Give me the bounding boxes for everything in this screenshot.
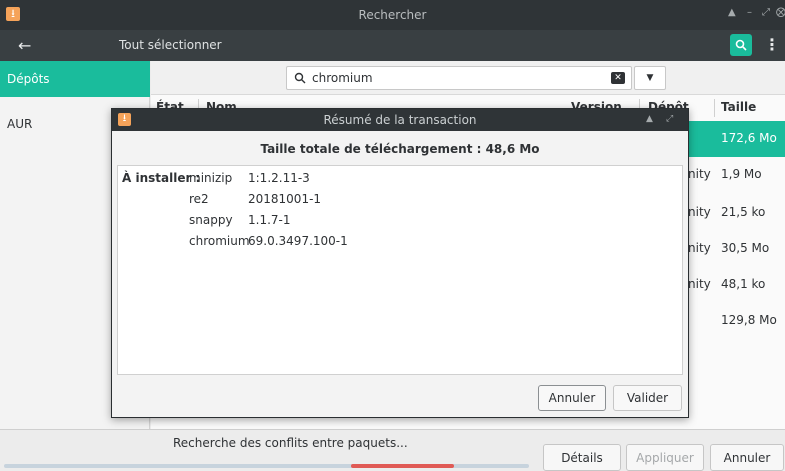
progress-pulse — [351, 464, 454, 468]
download-total-size: Taille totale de téléchargement : 48,6 M… — [260, 142, 540, 156]
clear-search-icon[interactable]: ✕ — [611, 72, 625, 84]
package-name: minizip — [189, 171, 233, 185]
search-toggle-button[interactable] — [730, 34, 752, 56]
package-name: snappy — [189, 213, 233, 227]
search-icon — [294, 72, 306, 84]
apply-button[interactable]: Appliquer — [626, 444, 704, 471]
row-size: 30,5 Mo — [721, 241, 770, 255]
package-version: 20181001-1 — [248, 192, 322, 206]
transaction-summary-dialog: Résumé de la transaction ▲ ⤢ Taille tota… — [111, 108, 689, 418]
progress-bar — [4, 464, 529, 468]
row-size: 129,8 Mo — [721, 313, 777, 327]
package-version: 1.1.7-1 — [248, 213, 291, 227]
window-titlebar: Rechercher ▲ – ⤢ ⨂ — [0, 0, 785, 30]
search-icon — [735, 39, 747, 51]
row-size: 1,9 Mo — [721, 167, 762, 181]
row-repo: nity — [688, 205, 711, 219]
status-text: Recherche des conflits entre paquets... — [173, 436, 408, 450]
dialog-minimize-icon[interactable]: ▲ — [646, 114, 653, 124]
dialog-title: Résumé de la transaction — [323, 113, 477, 127]
details-button[interactable]: Détails — [543, 444, 621, 471]
window-title: Rechercher — [358, 8, 427, 22]
row-size: 48,1 ko — [721, 277, 766, 291]
close-icon[interactable]: ⨂ — [776, 7, 785, 18]
column-header-size[interactable]: Taille — [721, 95, 756, 121]
footer-cancel-button[interactable]: Annuler — [710, 444, 784, 471]
maximize-icon[interactable]: ⤢ — [762, 7, 770, 18]
row-size: 172,6 Mo — [721, 131, 777, 145]
sidebar-item-depots[interactable]: Dépôts — [0, 61, 150, 97]
status-footer: Recherche des conflits entre paquets... … — [0, 429, 785, 471]
package-version: 69.0.3497.100-1 — [248, 234, 348, 248]
menu-kebab-icon[interactable]: ⋮ — [764, 35, 780, 54]
column-separator — [714, 99, 715, 117]
dialog-maximize-icon[interactable]: ⤢ — [666, 114, 673, 124]
minimize-all-icon[interactable]: ▲ — [728, 7, 736, 18]
package-name: re2 — [189, 192, 209, 206]
row-repo: nity — [688, 167, 711, 181]
package-version: 1:1.2.11-3 — [248, 171, 310, 185]
search-value: chromium — [312, 71, 373, 85]
header-bar: ← Tout sélectionner ⋮ — [0, 30, 785, 61]
dialog-titlebar: Résumé de la transaction ▲ ⤢ — [112, 109, 688, 131]
dialog-cancel-button[interactable]: Annuler — [538, 385, 606, 411]
search-input[interactable]: chromium ✕ — [286, 66, 632, 90]
row-size: 21,5 ko — [721, 205, 766, 219]
transaction-package-list: À installer : minizip 1:1.2.11-3 re2 201… — [117, 165, 683, 375]
dialog-confirm-button[interactable]: Valider — [613, 385, 682, 411]
row-repo: nity — [688, 241, 711, 255]
back-arrow-icon[interactable]: ← — [18, 36, 31, 55]
search-filter-dropdown[interactable]: ▼ — [634, 66, 666, 90]
package-name: chromium — [189, 234, 250, 248]
select-all-button[interactable]: Tout sélectionner — [119, 38, 222, 52]
search-bar: chromium ✕ ▼ — [151, 61, 785, 95]
minimize-icon[interactable]: – — [747, 7, 752, 18]
row-repo: nity — [688, 277, 711, 291]
